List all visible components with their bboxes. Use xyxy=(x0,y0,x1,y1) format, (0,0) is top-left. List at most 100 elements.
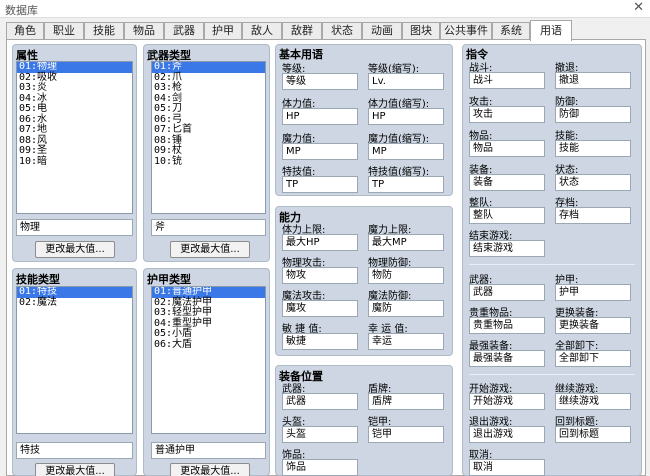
list-item[interactable]: 03:轻型护甲 xyxy=(152,307,265,319)
weapon-types-list[interactable]: 01:斧 02:爪 03:枪 04:剑 05:刀 06:弓 07:匕首 08:锤… xyxy=(151,61,266,214)
cmd-new-game-input[interactable]: 开始游戏 xyxy=(469,393,545,410)
cmd-formation-input[interactable]: 整队 xyxy=(469,207,545,224)
commands-panel: 指令 战斗: 战斗 撤退: 撤退 攻击: 攻击 防御: 防御 物品: 物品 技能… xyxy=(462,44,642,476)
close-icon[interactable]: ✕ xyxy=(633,0,644,15)
tab-animations[interactable]: 动画 xyxy=(362,22,402,40)
tab-bar: 角色 职业 技能 物品 武器 护甲 敌人 敌群 状态 动画 图块 公共事件 系统… xyxy=(6,20,646,41)
magic-attack-input[interactable]: 魔攻 xyxy=(282,300,358,317)
list-item[interactable]: 07:匕首 xyxy=(152,124,265,136)
tab-common-events[interactable]: 公共事件 xyxy=(440,22,492,40)
defense-input[interactable]: 物防 xyxy=(368,267,444,284)
mp-input[interactable]: MP xyxy=(282,143,358,160)
skill-types-change-max-button[interactable]: 更改最大值... xyxy=(35,463,115,476)
list-item[interactable]: 07:地 xyxy=(17,124,132,136)
armor-types-panel: 护甲类型 01:普通护甲 02:魔法护甲 03:轻型护甲 04:重型护甲 05:… xyxy=(143,268,270,476)
list-item[interactable]: 01:斧 xyxy=(152,62,265,73)
level-input[interactable]: 等级 xyxy=(282,73,358,90)
cmd-exit-game-input[interactable]: 退出游戏 xyxy=(469,426,545,443)
magic-defense-input[interactable]: 魔防 xyxy=(368,300,444,317)
cmd-attack-input[interactable]: 攻击 xyxy=(469,106,545,123)
max-mp-input[interactable]: 最大MP xyxy=(368,234,444,251)
level-abbr-input[interactable]: Lv. xyxy=(368,73,444,90)
list-item[interactable]: 01:特技 xyxy=(17,287,132,298)
armor-types-title: 护甲类型 xyxy=(147,273,191,286)
weapon-types-change-max-button[interactable]: 更改最大值... xyxy=(170,241,250,258)
slot-weapon-input[interactable]: 武器 xyxy=(282,393,358,410)
skill-types-panel: 技能类型 01:特技 02:魔法 特技 更改最大值... xyxy=(12,268,137,476)
commands-divider xyxy=(469,264,635,265)
list-item[interactable]: 06:大盾 xyxy=(152,339,265,351)
armor-types-list[interactable]: 01:普通护甲 02:魔法护甲 03:轻型护甲 04:重型护甲 05:小盾 06… xyxy=(151,286,266,434)
tp-abbr-input[interactable]: TP xyxy=(368,176,444,193)
list-item[interactable]: 02:魔法 xyxy=(17,297,132,309)
cmd-clear-input[interactable]: 全部卸下 xyxy=(555,350,631,367)
tab-system[interactable]: 系统 xyxy=(492,22,530,40)
tab-tilesets[interactable]: 图块 xyxy=(402,22,440,40)
tab-actors[interactable]: 角色 xyxy=(6,22,44,40)
list-item[interactable]: 03:炎 xyxy=(17,82,132,94)
skill-types-list[interactable]: 01:特技 02:魔法 xyxy=(16,286,133,434)
cmd-escape-input[interactable]: 撤退 xyxy=(555,72,631,89)
armor-types-change-max-button[interactable]: 更改最大值... xyxy=(170,463,250,476)
window-titlebar: 数据库 ✕ xyxy=(0,0,650,18)
list-item[interactable]: 01:物理 xyxy=(17,62,132,73)
luck-input[interactable]: 幸运 xyxy=(368,333,444,350)
attribute-name-input[interactable]: 物理 xyxy=(16,219,133,236)
tab-states[interactable]: 状态 xyxy=(322,22,362,40)
tab-terms[interactable]: 用语 xyxy=(530,20,572,41)
weapon-type-name-input[interactable]: 斧 xyxy=(151,219,266,236)
slot-shield-input[interactable]: 盾牌 xyxy=(368,393,444,410)
tab-troops[interactable]: 敌群 xyxy=(282,22,322,40)
cmd-armor-input[interactable]: 护甲 xyxy=(555,284,631,301)
cmd-weapon-input[interactable]: 武器 xyxy=(469,284,545,301)
slot-accessory-input[interactable]: 饰品 xyxy=(282,459,358,476)
tab-weapons[interactable]: 武器 xyxy=(164,22,204,40)
hp-abbr-input[interactable]: HP xyxy=(368,108,444,125)
cmd-save-input[interactable]: 存档 xyxy=(555,207,631,224)
tp-input[interactable]: TP xyxy=(282,176,358,193)
slot-body-input[interactable]: 铠甲 xyxy=(368,426,444,443)
list-item[interactable]: 09:圣 xyxy=(17,145,132,157)
cmd-guard-input[interactable]: 防御 xyxy=(555,106,631,123)
cmd-continue-input[interactable]: 继续游戏 xyxy=(555,393,631,410)
attributes-panel: 属性 01:物理 02:吸收 03:炎 04:冰 05:电 06:水 07:地 … xyxy=(12,44,137,262)
tab-skills[interactable]: 技能 xyxy=(84,22,124,40)
cmd-status-input[interactable]: 状态 xyxy=(555,174,631,191)
weapon-types-panel: 武器类型 01:斧 02:爪 03:枪 04:剑 05:刀 06:弓 07:匕首… xyxy=(143,44,270,262)
equip-slots-panel: 装备位置 武器: 武器 盾牌: 盾牌 头盔: 头盔 铠甲: 铠甲 饰品: 饰品 xyxy=(275,365,453,476)
list-item[interactable]: 05:刀 xyxy=(152,103,265,115)
terms-page: 属性 01:物理 02:吸收 03:炎 04:冰 05:电 06:水 07:地 … xyxy=(6,39,646,476)
cmd-item-input[interactable]: 物品 xyxy=(469,140,545,157)
cmd-to-title-input[interactable]: 回到标题 xyxy=(555,426,631,443)
cmd-key-item-input[interactable]: 贵重物品 xyxy=(469,317,545,334)
list-item[interactable]: 10:暗 xyxy=(17,156,132,168)
tab-classes[interactable]: 职业 xyxy=(44,22,84,40)
cmd-optimize-input[interactable]: 最强装备 xyxy=(469,350,545,367)
commands-divider xyxy=(469,374,635,375)
mp-abbr-input[interactable]: MP xyxy=(368,143,444,160)
attributes-change-max-button[interactable]: 更改最大值... xyxy=(35,241,115,258)
cmd-game-end-input[interactable]: 结束游戏 xyxy=(469,240,545,257)
tab-items[interactable]: 物品 xyxy=(124,22,164,40)
cmd-equip-input[interactable]: 装备 xyxy=(469,174,545,191)
list-item[interactable]: 03:枪 xyxy=(152,82,265,94)
list-item[interactable]: 05:小盾 xyxy=(152,328,265,340)
list-item[interactable]: 10:铳 xyxy=(152,156,265,168)
cmd-skill-input[interactable]: 技能 xyxy=(555,140,631,157)
cmd-fight-input[interactable]: 战斗 xyxy=(469,72,545,89)
list-item[interactable]: 01:普通护甲 xyxy=(152,287,265,298)
slot-head-input[interactable]: 头盔 xyxy=(282,426,358,443)
agility-input[interactable]: 敏捷 xyxy=(282,333,358,350)
attack-input[interactable]: 物攻 xyxy=(282,267,358,284)
list-item[interactable]: 05:电 xyxy=(17,103,132,115)
armor-type-name-input[interactable]: 普通护甲 xyxy=(151,442,266,459)
skill-type-name-input[interactable]: 特技 xyxy=(16,442,133,459)
tab-armors[interactable]: 护甲 xyxy=(204,22,242,40)
cmd-cancel-input[interactable]: 取消 xyxy=(469,459,545,476)
max-hp-input[interactable]: 最大HP xyxy=(282,234,358,251)
attributes-list[interactable]: 01:物理 02:吸收 03:炎 04:冰 05:电 06:水 07:地 08:… xyxy=(16,61,133,214)
tab-enemies[interactable]: 敌人 xyxy=(242,22,282,40)
hp-input[interactable]: HP xyxy=(282,108,358,125)
list-item[interactable]: 09:杖 xyxy=(152,145,265,157)
cmd-equip2-input[interactable]: 更换装备 xyxy=(555,317,631,334)
